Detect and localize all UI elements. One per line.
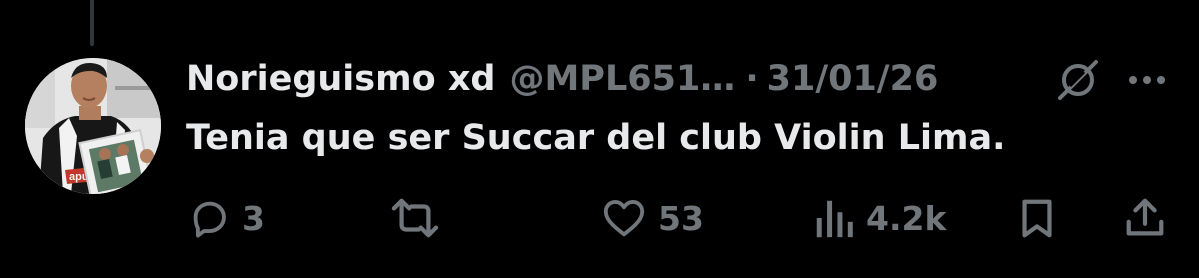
user-handle[interactable]: @MPL651… — [509, 59, 735, 99]
display-name[interactable]: Norieguismo xd — [186, 59, 495, 99]
bookmark-button[interactable] — [1014, 192, 1060, 244]
views-button[interactable]: 4.2k — [812, 192, 946, 244]
reply-button[interactable]: 3 — [186, 192, 265, 244]
grok-icon[interactable] — [1054, 58, 1102, 102]
retweet-button[interactable] — [386, 192, 454, 244]
tweet-date[interactable]: 31/01/26 — [767, 59, 939, 99]
tweet-text: Tenia que ser Succar del club Violin Lim… — [186, 118, 1006, 158]
reply-count: 3 — [242, 198, 265, 238]
more-options-icon[interactable] — [1124, 58, 1170, 102]
avatar-image: apu — [25, 58, 161, 194]
tweet-header: Norieguismo xd @MPL651… · 31/01/26 — [186, 52, 938, 106]
share-button[interactable] — [1122, 192, 1168, 244]
share-icon — [1126, 198, 1164, 236]
retweet-icon — [391, 198, 439, 238]
like-count: 53 — [658, 198, 704, 238]
bookmark-icon — [1022, 199, 1052, 238]
views-count: 4.2k — [866, 198, 947, 238]
avatar[interactable]: apu — [25, 58, 161, 194]
thread-connector-line — [90, 0, 94, 46]
views-icon — [816, 200, 853, 238]
like-button[interactable]: 53 — [600, 192, 704, 244]
heart-icon — [603, 199, 645, 237]
header-separator: · — [745, 59, 759, 99]
reply-icon — [193, 201, 226, 238]
